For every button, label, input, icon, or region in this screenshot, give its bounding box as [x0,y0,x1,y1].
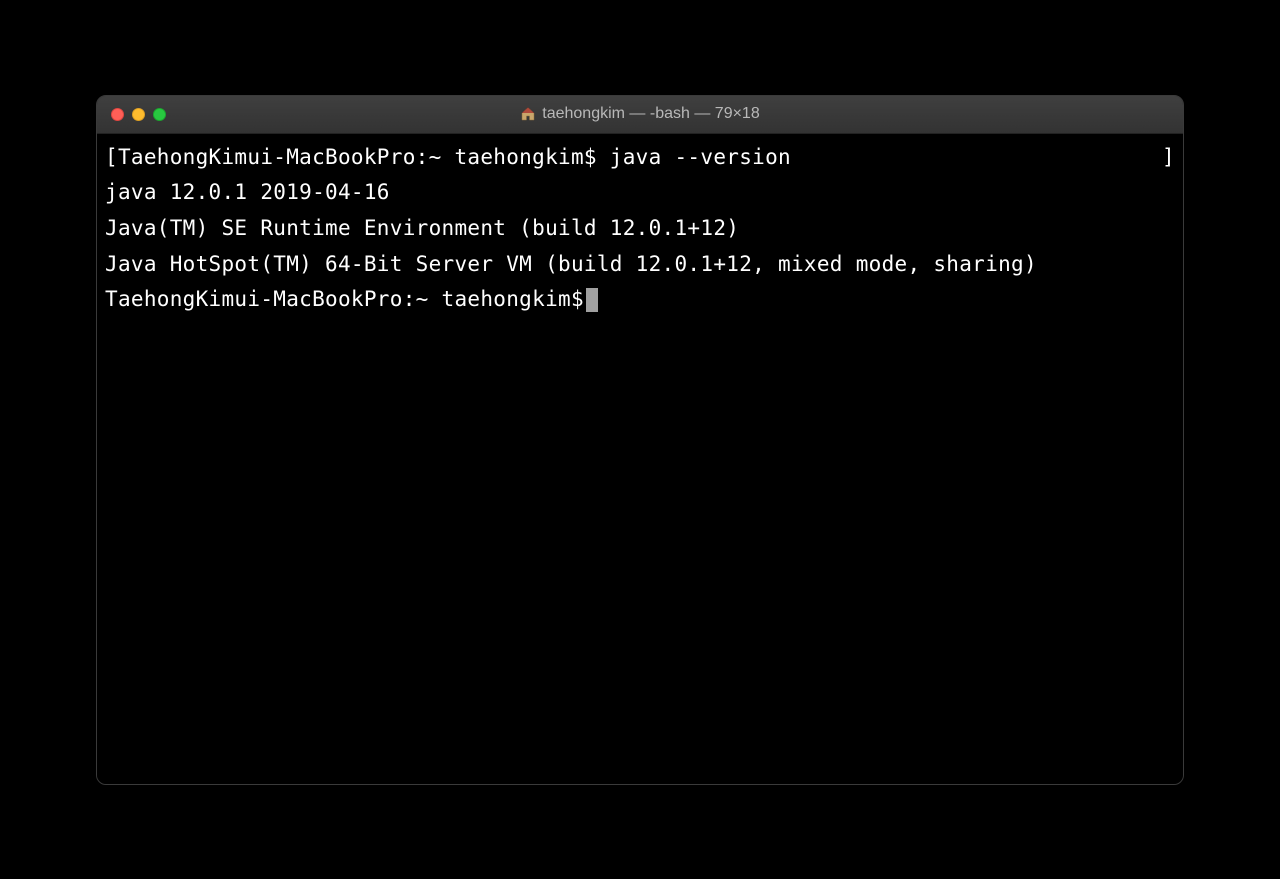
minimize-button[interactable] [132,108,145,121]
terminal-window: taehongkim — -bash — 79×18 [TaehongKimui… [96,95,1184,785]
terminal-output-line: Java HotSpot(TM) 64-Bit Server VM (build… [105,247,1175,283]
close-button[interactable] [111,108,124,121]
traffic-lights [97,108,166,121]
terminal-prompt: TaehongKimui-MacBookPro:~ taehongkim$ [105,282,584,318]
window-title: taehongkim — -bash — 79×18 [97,105,1183,123]
home-icon [520,106,536,122]
window-title-text: taehongkim — -bash — 79×18 [542,105,759,123]
zoom-button[interactable] [153,108,166,121]
terminal-output-line: java 12.0.1 2019-04-16 [105,175,1175,211]
terminal-output-line: [TaehongKimui-MacBookPro:~ taehongkim$ j… [105,140,791,176]
terminal-body[interactable]: [TaehongKimui-MacBookPro:~ taehongkim$ j… [97,134,1183,784]
terminal-cursor[interactable] [586,288,598,312]
terminal-output-line: Java(TM) SE Runtime Environment (build 1… [105,211,1175,247]
terminal-prompt-line: TaehongKimui-MacBookPro:~ taehongkim$ [105,282,1175,318]
terminal-right-bracket: ] [1162,140,1175,176]
title-bar[interactable]: taehongkim — -bash — 79×18 [97,96,1183,134]
